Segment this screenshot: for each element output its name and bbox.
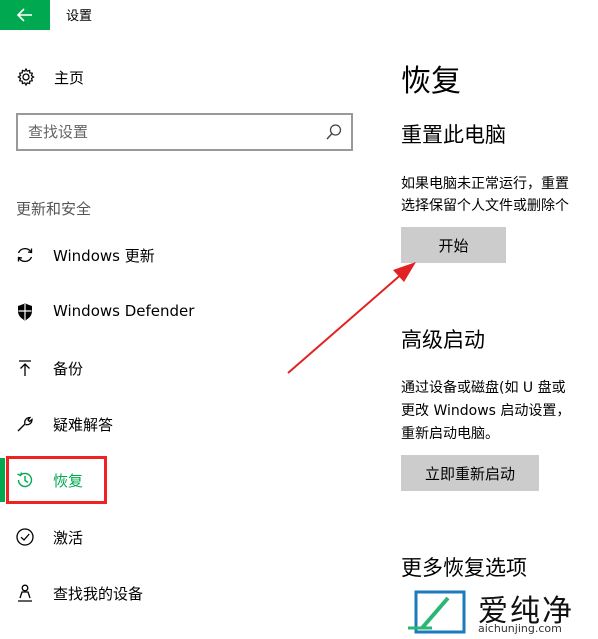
search-icon[interactable] xyxy=(325,123,343,141)
sidebar-item-windows-defender[interactable]: Windows Defender xyxy=(0,292,360,332)
restart-now-button[interactable]: 立即重新启动 xyxy=(401,455,539,491)
search-input[interactable] xyxy=(28,121,318,143)
advanced-startup-heading: 高级启动 xyxy=(401,328,485,352)
watermark: 爱纯净 aichunjing.com xyxy=(408,586,598,639)
back-arrow-icon xyxy=(17,8,32,22)
advanced-description-line-2: 更改 Windows 启动设置， xyxy=(401,403,571,419)
sidebar-item-label: 查找我的设备 xyxy=(53,585,144,603)
page-title: 恢复 xyxy=(401,64,461,99)
more-recovery-options-heading: 更多恢复选项 xyxy=(401,556,527,580)
advanced-description-line-3: 重新启动电脑。 xyxy=(401,426,499,442)
sidebar-item-find-my-device[interactable]: 查找我的设备 xyxy=(0,573,360,613)
sidebar-item-label: 激活 xyxy=(53,529,84,547)
search-box[interactable] xyxy=(16,113,353,151)
title-bar: 设置 xyxy=(0,0,598,30)
watermark-logo-icon xyxy=(408,590,466,634)
gear-icon xyxy=(17,67,35,87)
window-title: 设置 xyxy=(66,9,93,24)
checkmark-circle-icon xyxy=(15,527,35,547)
sidebar-item-activation[interactable]: 激活 xyxy=(0,517,360,557)
get-started-button[interactable]: 开始 xyxy=(401,227,506,263)
refresh-icon xyxy=(15,245,35,265)
sidebar-item-label: Windows Defender xyxy=(53,302,195,320)
person-pin-icon xyxy=(15,583,35,603)
sidebar-item-label: Windows 更新 xyxy=(53,247,155,265)
home-nav-item[interactable]: 主页 xyxy=(16,64,84,90)
back-button[interactable] xyxy=(0,0,50,30)
reset-description-line-2: 选择保留个人文件或删除个 xyxy=(401,198,569,214)
sidebar-item-troubleshoot[interactable]: 疑难解答 xyxy=(0,404,360,444)
section-header: 更新和安全 xyxy=(16,200,92,218)
watermark-url: aichunjing.com xyxy=(478,622,562,635)
reset-description-line-1: 如果电脑未正常运行，重置 xyxy=(401,176,569,192)
shield-icon xyxy=(15,302,35,322)
sidebar-item-label: 备份 xyxy=(53,360,84,378)
home-label: 主页 xyxy=(54,68,85,87)
wrench-icon xyxy=(15,414,35,434)
sidebar-item-label: 疑难解答 xyxy=(53,416,114,434)
upload-arrow-icon xyxy=(15,358,35,378)
sidebar-item-windows-update[interactable]: Windows 更新 xyxy=(0,235,360,275)
advanced-description-line-1: 通过设备或磁盘(如 U 盘或 xyxy=(401,380,566,396)
reset-pc-heading: 重置此电脑 xyxy=(401,123,506,147)
annotation-highlight-box xyxy=(6,456,107,504)
sidebar-item-backup[interactable]: 备份 xyxy=(0,348,360,388)
